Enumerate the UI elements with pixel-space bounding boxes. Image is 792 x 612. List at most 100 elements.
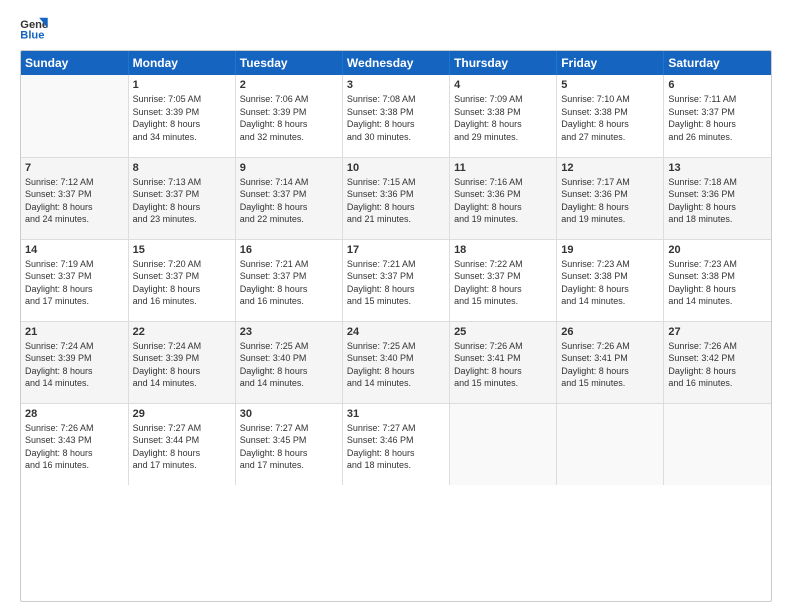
calendar-cell: 31 Sunrise: 7:27 AM Sunset: 3:46 PM Dayli… xyxy=(342,403,449,485)
calendar-cell xyxy=(664,403,771,485)
cell-info: Sunrise: 7:26 AM Sunset: 3:41 PM Dayligh… xyxy=(454,340,552,390)
logo: General Blue xyxy=(20,16,52,40)
col-header-sunday: Sunday xyxy=(21,51,128,75)
day-number: 19 xyxy=(561,244,659,256)
calendar-cell xyxy=(557,403,664,485)
cell-info: Sunrise: 7:08 AM Sunset: 3:38 PM Dayligh… xyxy=(347,93,445,143)
cell-info: Sunrise: 7:17 AM Sunset: 3:36 PM Dayligh… xyxy=(561,176,659,226)
cell-info: Sunrise: 7:11 AM Sunset: 3:37 PM Dayligh… xyxy=(668,93,767,143)
cell-info: Sunrise: 7:09 AM Sunset: 3:38 PM Dayligh… xyxy=(454,93,552,143)
cell-info: Sunrise: 7:12 AM Sunset: 3:37 PM Dayligh… xyxy=(25,176,124,226)
cell-info: Sunrise: 7:25 AM Sunset: 3:40 PM Dayligh… xyxy=(240,340,338,390)
col-header-thursday: Thursday xyxy=(450,51,557,75)
calendar-cell: 6Sunrise: 7:11 AM Sunset: 3:37 PM Daylig… xyxy=(664,75,771,157)
calendar-cell: 1 Sunrise: 7:05 AM Sunset: 3:39 PM Daylig… xyxy=(128,75,235,157)
day-number: 31 xyxy=(347,408,445,420)
calendar-cell: 14 Sunrise: 7:19 AM Sunset: 3:37 PM Dayli… xyxy=(21,239,128,321)
cell-info: Sunrise: 7:27 AM Sunset: 3:45 PM Dayligh… xyxy=(240,422,338,472)
cell-info: Sunrise: 7:24 AM Sunset: 3:39 PM Dayligh… xyxy=(25,340,124,390)
calendar-cell: 24 Sunrise: 7:25 AM Sunset: 3:40 PM Dayli… xyxy=(342,321,449,403)
calendar-cell: 11Sunrise: 7:16 AM Sunset: 3:36 PM Dayli… xyxy=(450,157,557,239)
logo-icon: General Blue xyxy=(20,16,48,40)
day-number: 4 xyxy=(454,79,552,91)
col-header-monday: Monday xyxy=(128,51,235,75)
day-number: 22 xyxy=(133,326,231,338)
calendar: SundayMondayTuesdayWednesdayThursdayFrid… xyxy=(20,50,772,602)
calendar-cell: 22 Sunrise: 7:24 AM Sunset: 3:39 PM Dayli… xyxy=(128,321,235,403)
calendar-cell: 25Sunrise: 7:26 AM Sunset: 3:41 PM Dayli… xyxy=(450,321,557,403)
calendar-cell: 12Sunrise: 7:17 AM Sunset: 3:36 PM Dayli… xyxy=(557,157,664,239)
day-number: 8 xyxy=(133,162,231,174)
calendar-cell: 16Sunrise: 7:21 AM Sunset: 3:37 PM Dayli… xyxy=(235,239,342,321)
calendar-cell: 23 Sunrise: 7:25 AM Sunset: 3:40 PM Dayli… xyxy=(235,321,342,403)
calendar-week-row: 7 Sunrise: 7:12 AM Sunset: 3:37 PM Daylig… xyxy=(21,157,771,239)
calendar-cell: 2 Sunrise: 7:06 AM Sunset: 3:39 PM Daylig… xyxy=(235,75,342,157)
day-number: 7 xyxy=(25,162,124,174)
cell-info: Sunrise: 7:23 AM Sunset: 3:38 PM Dayligh… xyxy=(668,258,767,308)
cell-info: Sunrise: 7:10 AM Sunset: 3:38 PM Dayligh… xyxy=(561,93,659,143)
svg-text:Blue: Blue xyxy=(20,29,44,40)
cell-info: Sunrise: 7:27 AM Sunset: 3:44 PM Dayligh… xyxy=(133,422,231,472)
calendar-cell: 29Sunrise: 7:27 AM Sunset: 3:44 PM Dayli… xyxy=(128,403,235,485)
calendar-header-row: SundayMondayTuesdayWednesdayThursdayFrid… xyxy=(21,51,771,75)
calendar-cell: 7 Sunrise: 7:12 AM Sunset: 3:37 PM Daylig… xyxy=(21,157,128,239)
cell-info: Sunrise: 7:26 AM Sunset: 3:41 PM Dayligh… xyxy=(561,340,659,390)
cell-info: Sunrise: 7:26 AM Sunset: 3:43 PM Dayligh… xyxy=(25,422,124,472)
calendar-cell xyxy=(21,75,128,157)
col-header-tuesday: Tuesday xyxy=(235,51,342,75)
calendar-cell: 18 Sunrise: 7:22 AM Sunset: 3:37 PM Dayli… xyxy=(450,239,557,321)
day-number: 23 xyxy=(240,326,338,338)
calendar-table: SundayMondayTuesdayWednesdayThursdayFrid… xyxy=(21,51,771,485)
col-header-saturday: Saturday xyxy=(664,51,771,75)
day-number: 11 xyxy=(454,162,552,174)
day-number: 30 xyxy=(240,408,338,420)
calendar-cell: 9 Sunrise: 7:14 AM Sunset: 3:37 PM Daylig… xyxy=(235,157,342,239)
day-number: 17 xyxy=(347,244,445,256)
calendar-cell: 15Sunrise: 7:20 AM Sunset: 3:37 PM Dayli… xyxy=(128,239,235,321)
cell-info: Sunrise: 7:06 AM Sunset: 3:39 PM Dayligh… xyxy=(240,93,338,143)
calendar-cell: 13 Sunrise: 7:18 AM Sunset: 3:36 PM Dayli… xyxy=(664,157,771,239)
calendar-cell: 21Sunrise: 7:24 AM Sunset: 3:39 PM Dayli… xyxy=(21,321,128,403)
day-number: 5 xyxy=(561,79,659,91)
cell-info: Sunrise: 7:20 AM Sunset: 3:37 PM Dayligh… xyxy=(133,258,231,308)
cell-info: Sunrise: 7:27 AM Sunset: 3:46 PM Dayligh… xyxy=(347,422,445,472)
calendar-cell xyxy=(450,403,557,485)
header: General Blue xyxy=(20,16,772,40)
day-number: 3 xyxy=(347,79,445,91)
day-number: 27 xyxy=(668,326,767,338)
cell-info: Sunrise: 7:13 AM Sunset: 3:37 PM Dayligh… xyxy=(133,176,231,226)
cell-info: Sunrise: 7:14 AM Sunset: 3:37 PM Dayligh… xyxy=(240,176,338,226)
day-number: 18 xyxy=(454,244,552,256)
calendar-cell: 4 Sunrise: 7:09 AM Sunset: 3:38 PM Daylig… xyxy=(450,75,557,157)
calendar-week-row: 1 Sunrise: 7:05 AM Sunset: 3:39 PM Daylig… xyxy=(21,75,771,157)
cell-info: Sunrise: 7:25 AM Sunset: 3:40 PM Dayligh… xyxy=(347,340,445,390)
cell-info: Sunrise: 7:22 AM Sunset: 3:37 PM Dayligh… xyxy=(454,258,552,308)
calendar-week-row: 28 Sunrise: 7:26 AM Sunset: 3:43 PM Dayli… xyxy=(21,403,771,485)
calendar-cell: 27 Sunrise: 7:26 AM Sunset: 3:42 PM Dayli… xyxy=(664,321,771,403)
calendar-cell: 28 Sunrise: 7:26 AM Sunset: 3:43 PM Dayli… xyxy=(21,403,128,485)
day-number: 2 xyxy=(240,79,338,91)
col-header-wednesday: Wednesday xyxy=(342,51,449,75)
cell-info: Sunrise: 7:05 AM Sunset: 3:39 PM Dayligh… xyxy=(133,93,231,143)
cell-info: Sunrise: 7:18 AM Sunset: 3:36 PM Dayligh… xyxy=(668,176,767,226)
cell-info: Sunrise: 7:19 AM Sunset: 3:37 PM Dayligh… xyxy=(25,258,124,308)
day-number: 28 xyxy=(25,408,124,420)
cell-info: Sunrise: 7:21 AM Sunset: 3:37 PM Dayligh… xyxy=(347,258,445,308)
calendar-cell: 30 Sunrise: 7:27 AM Sunset: 3:45 PM Dayli… xyxy=(235,403,342,485)
day-number: 9 xyxy=(240,162,338,174)
calendar-cell: 19Sunrise: 7:23 AM Sunset: 3:38 PM Dayli… xyxy=(557,239,664,321)
day-number: 13 xyxy=(668,162,767,174)
calendar-cell: 17 Sunrise: 7:21 AM Sunset: 3:37 PM Dayli… xyxy=(342,239,449,321)
cell-info: Sunrise: 7:26 AM Sunset: 3:42 PM Dayligh… xyxy=(668,340,767,390)
day-number: 1 xyxy=(133,79,231,91)
calendar-cell: 3 Sunrise: 7:08 AM Sunset: 3:38 PM Daylig… xyxy=(342,75,449,157)
calendar-cell: 26Sunrise: 7:26 AM Sunset: 3:41 PM Dayli… xyxy=(557,321,664,403)
day-number: 16 xyxy=(240,244,338,256)
day-number: 14 xyxy=(25,244,124,256)
day-number: 24 xyxy=(347,326,445,338)
page: General Blue SundayMondayTuesdayWednesda… xyxy=(0,0,792,612)
calendar-cell: 20Sunrise: 7:23 AM Sunset: 3:38 PM Dayli… xyxy=(664,239,771,321)
calendar-week-row: 14 Sunrise: 7:19 AM Sunset: 3:37 PM Dayli… xyxy=(21,239,771,321)
cell-info: Sunrise: 7:15 AM Sunset: 3:36 PM Dayligh… xyxy=(347,176,445,226)
cell-info: Sunrise: 7:24 AM Sunset: 3:39 PM Dayligh… xyxy=(133,340,231,390)
